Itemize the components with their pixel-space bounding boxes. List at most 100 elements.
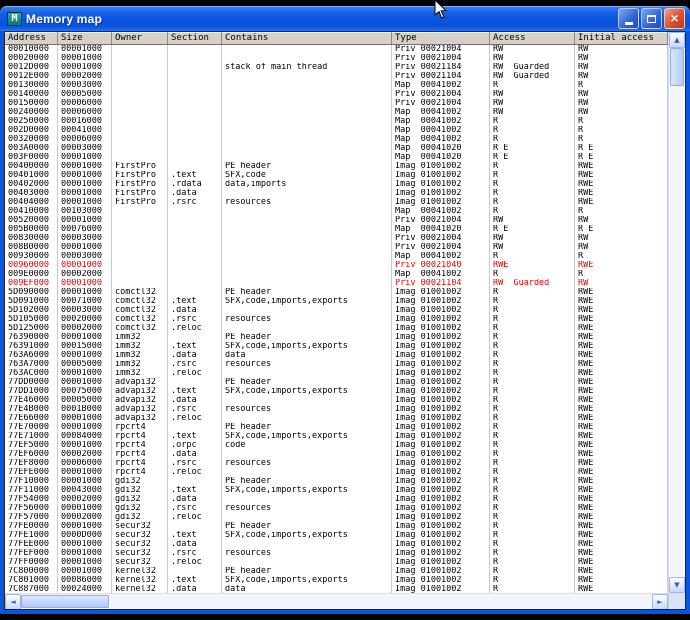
table-row[interactable]: 77F1100000043000gdi32.textSFX,code,impor… — [5, 486, 668, 495]
table-row[interactable]: 0040100000001000FirstPro.textSFX,codeIma… — [5, 171, 668, 180]
cell-address: 5D091000 — [5, 297, 58, 306]
table-row[interactable]: 77EFE00000001000rpcrt4.relocImag 0100100… — [5, 468, 668, 477]
table-row[interactable]: 77E6600000001000advapi32.relocImag 01001… — [5, 414, 668, 423]
cell-address: 77F57000 — [5, 513, 58, 522]
table-row[interactable]: 77F5700000002000gdi32.relocImag 01001002… — [5, 513, 668, 522]
cell-owner: imm32 — [112, 342, 168, 351]
table-row[interactable]: 003F000000001000Map 00041020R ER E — [5, 153, 668, 162]
table-row[interactable]: 0002000000001000Priv 00021004RWRW — [5, 54, 668, 63]
table-row[interactable]: 0024000000006000Map 00041002RWRW — [5, 108, 668, 117]
table-row[interactable]: 009E000000002000Map 00041002RR — [5, 270, 668, 279]
close-button[interactable]: × — [664, 8, 685, 29]
table-row[interactable]: 0040200000001000FirstPro.rdatadata,impor… — [5, 180, 668, 189]
table-row[interactable]: 763AC00000001000imm32.relocImag 01001002… — [5, 369, 668, 378]
vertical-scroll-track[interactable] — [669, 86, 685, 577]
table-row[interactable]: 77FE000000001000secur32PE headerImag 010… — [5, 522, 668, 531]
table-row[interactable]: 5D10200000003000comctl32.dataImag 010010… — [5, 306, 668, 315]
table-row[interactable]: 008B000000001000Priv 00021004RWRW — [5, 243, 668, 252]
table-row[interactable]: 0012D00000001000stack of main threadPriv… — [5, 63, 668, 72]
column-header-contains[interactable]: Contains — [222, 32, 392, 44]
table-row[interactable]: 77EF800000006000rpcrt4.rsrcresourcesImag… — [5, 459, 668, 468]
scroll-up-button[interactable]: ▲ — [669, 32, 685, 48]
table-row[interactable]: 77E4600000005000advapi32.dataImag 010010… — [5, 396, 668, 405]
table-row[interactable]: 5D10500000020000comctl32.rsrcresourcesIm… — [5, 315, 668, 324]
cell-contains — [222, 54, 392, 63]
table-row[interactable]: 7639100000015000imm32.textSFX,code,impor… — [5, 342, 668, 351]
cell-section: .reloc — [168, 513, 222, 522]
table-row[interactable]: 5D09100000071000comctl32.textSFX,code,im… — [5, 297, 668, 306]
table-row[interactable]: 0012E00000002000Priv 00021104RW GuardedR… — [5, 72, 668, 81]
table-row[interactable]: 0032000000006000Map 00041002RR — [5, 135, 668, 144]
column-header-type[interactable]: Type — [392, 32, 490, 44]
table-row[interactable]: 77EF500000001000rpcrt4.orpccodeImag 0100… — [5, 441, 668, 450]
table-row[interactable]: 77FEE00000001000secur32.dataImag 0100100… — [5, 540, 668, 549]
horizontal-scrollbar[interactable]: ◄ ► — [5, 593, 668, 609]
horizontal-scroll-thumb[interactable] — [21, 595, 109, 608]
cell-contains: SFX,code — [222, 171, 392, 180]
table-row[interactable]: 0040400000001000FirstPro.rsrcresourcesIm… — [5, 198, 668, 207]
table-row[interactable]: 77F5600000001000gdi32.rsrcresourcesImag … — [5, 504, 668, 513]
vertical-scrollbar[interactable]: ▲ ▼ — [668, 32, 685, 593]
cell-address: 763A7000 — [5, 360, 58, 369]
titlebar[interactable]: M Memory map × — [0, 6, 690, 31]
table-row[interactable]: 763A700000005000imm32.rsrcresourcesImag … — [5, 360, 668, 369]
table-row[interactable]: 0015000000006000Priv 00021004RWRW — [5, 99, 668, 108]
cell-owner: imm32 — [112, 333, 168, 342]
cell-type: Priv 00021104 — [392, 279, 490, 288]
cell-section — [168, 45, 222, 54]
table-row[interactable]: 0096000000001000Priv 00021040RWERWE — [5, 261, 668, 270]
cell-owner: comctl32 — [112, 288, 168, 297]
table-row[interactable]: 5D09000000001000comctl32PE headerImag 01… — [5, 288, 668, 297]
cell-contains: resources — [222, 360, 392, 369]
vertical-scroll-thumb[interactable] — [670, 48, 684, 86]
table-row[interactable]: 7C80000000001000kernel32PE headerImag 01… — [5, 567, 668, 576]
table-area: AddressSizeOwnerSectionContainsTypeAcces… — [5, 32, 668, 609]
table-row[interactable]: 77E7100000084000rpcrt4.textSFX,code,impo… — [5, 432, 668, 441]
cell-section: .data — [168, 396, 222, 405]
table-row[interactable]: 77FEF00000001000secur32.rsrcresourcesIma… — [5, 549, 668, 558]
table-row[interactable]: 003A000000003000Map 00041020R ER E — [5, 144, 668, 153]
table-row[interactable]: 5D12500000002000comctl32.relocImag 01001… — [5, 324, 668, 333]
table-row[interactable]: 77E7000000001000rpcrt4PE headerImag 0100… — [5, 423, 668, 432]
table-row[interactable]: 0025000000016000Map 00041002RR — [5, 117, 668, 126]
maximize-button[interactable] — [641, 8, 662, 29]
table-row[interactable]: 0052000000001000Priv 00021004RWRW — [5, 216, 668, 225]
table-row[interactable]: 0083000000003000Priv 00021004RWRW — [5, 234, 668, 243]
table-row[interactable]: 7639000000001000imm32PE headerImag 01001… — [5, 333, 668, 342]
column-header-owner[interactable]: Owner — [112, 32, 168, 44]
scroll-right-button[interactable]: ► — [652, 594, 668, 609]
column-header-access[interactable]: Access — [490, 32, 575, 44]
table-row[interactable]: 77DD000000001000advapi32PE headerImag 01… — [5, 378, 668, 387]
table-row[interactable]: 0013000000003000Map 00041002RR — [5, 81, 668, 90]
table-row[interactable]: 763A600000001000imm32.datadataImag 01001… — [5, 351, 668, 360]
table-row[interactable]: 0040300000001000FirstPro.dataImag 010010… — [5, 189, 668, 198]
minimize-button[interactable] — [618, 8, 639, 29]
table-row[interactable]: 77E4B0000001B000advapi32.rsrcresourcesIm… — [5, 405, 668, 414]
table-row[interactable]: 77F1000000001000gdi32PE headerImag 01001… — [5, 477, 668, 486]
table-row[interactable]: 0014000000005000Priv 00021004RWRW — [5, 90, 668, 99]
scroll-left-button[interactable]: ◄ — [5, 594, 21, 609]
table-row[interactable]: 7C88700000024000kernel32.datadataImag 01… — [5, 585, 668, 593]
table-row[interactable]: 77EF600000002000rpcrt4.dataImag 01001002… — [5, 450, 668, 459]
table-row[interactable]: 0093000000003000Map 00041002RR — [5, 252, 668, 261]
table-row[interactable]: 002D000000041000Map 00041002RR — [5, 126, 668, 135]
cell-section: .rdata — [168, 180, 222, 189]
table-row[interactable]: 77F5400000002000gdi32.dataImag 01001002R… — [5, 495, 668, 504]
table-row[interactable]: 0040000000001000FirstProPE headerImag 01… — [5, 162, 668, 171]
table-row[interactable]: 005B000000076000Map 00041020R ER E — [5, 225, 668, 234]
memory-map-icon[interactable]: M — [7, 12, 22, 26]
column-header-section[interactable]: Section — [168, 32, 222, 44]
cell-access: R — [490, 567, 575, 576]
column-header-address[interactable]: Address — [5, 32, 58, 44]
table-row[interactable]: 7C80100000086000kernel32.textSFX,code,im… — [5, 576, 668, 585]
column-header-initial[interactable]: Initial access — [575, 32, 668, 44]
scroll-down-button[interactable]: ▼ — [669, 577, 685, 593]
table-row[interactable]: 009EF00000001000Priv 00021104RW GuardedR… — [5, 279, 668, 288]
table-row[interactable]: 0041000000103000Map 00041002RR — [5, 207, 668, 216]
table-row[interactable]: 77DD100000075000advapi32.textSFX,code,im… — [5, 387, 668, 396]
table-row[interactable]: 0001000000001000Priv 00021004RWRW — [5, 45, 668, 54]
horizontal-scroll-track[interactable] — [109, 594, 652, 609]
table-row[interactable]: 77FE10000000D000secur32.textSFX,code,imp… — [5, 531, 668, 540]
table-row[interactable]: 77FF000000001000secur32.relocImag 010010… — [5, 558, 668, 567]
column-header-size[interactable]: Size — [58, 32, 112, 44]
